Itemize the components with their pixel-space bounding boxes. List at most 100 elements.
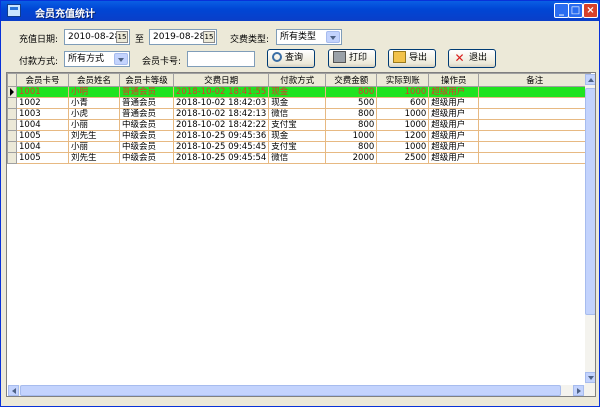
table-row[interactable]: 1005 刘先生 中级会员 2018-10-25 09:45:36 现金 1000 1200… <box>7 130 592 142</box>
table-cell-card[interactable]: 1001 <box>16 86 69 98</box>
table-cell-name[interactable]: 小虎 <box>68 108 120 120</box>
column-header[interactable]: 会员卡等级 <box>119 73 174 87</box>
table-cell-level[interactable]: 普通会员 <box>119 108 174 120</box>
table-cell-date[interactable]: 2018-10-02 18:42:13 <box>172 108 270 120</box>
chevron-down-icon[interactable] <box>114 53 128 65</box>
table-cell-note[interactable] <box>478 97 592 109</box>
table-cell-level[interactable]: 中级会员 <box>119 119 174 131</box>
row-indicator[interactable] <box>7 152 17 164</box>
table-cell-operator[interactable]: 超级用户 <box>428 86 480 98</box>
row-indicator[interactable] <box>7 130 17 142</box>
table-cell-level[interactable]: 中级会员 <box>119 141 174 153</box>
table-cell-method[interactable]: 支付宝 <box>268 141 327 153</box>
table-row[interactable]: 1002 小青 普通会员 2018-10-02 18:42:03 现金 500 600 超级用… <box>7 97 592 109</box>
table-cell-date[interactable]: 2018-10-25 09:45:54 <box>172 152 270 164</box>
column-header[interactable]: 交费日期 <box>172 73 270 87</box>
print-button[interactable]: 打印 <box>328 49 376 68</box>
table-cell-card[interactable]: 1005 <box>16 130 69 142</box>
table-row[interactable]: 1004 小丽 中级会员 2018-10-25 09:45:45 支付宝 800 1000 超… <box>7 141 592 153</box>
table-cell-name[interactable]: 小明 <box>68 86 120 98</box>
scroll-right-button[interactable] <box>573 385 584 396</box>
table-cell-operator[interactable]: 超级用户 <box>428 97 480 109</box>
table-cell-operator[interactable]: 超级用户 <box>428 152 480 164</box>
horizontal-scroll-thumb[interactable] <box>20 385 561 396</box>
table-cell-date[interactable]: 2018-10-25 09:45:45 <box>172 141 270 153</box>
close-button[interactable]: × <box>583 3 598 18</box>
table-cell-actual[interactable]: 600 <box>376 97 430 109</box>
horizontal-scrollbar[interactable] <box>8 385 585 396</box>
row-indicator[interactable] <box>7 97 17 109</box>
table-cell-actual[interactable]: 1000 <box>376 119 430 131</box>
scroll-up-button[interactable] <box>585 74 595 85</box>
fee-type-select[interactable]: 所有类型 <box>276 29 342 45</box>
table-cell-actual[interactable]: 1000 <box>376 86 430 98</box>
table-cell-amount[interactable]: 1000 <box>325 130 378 142</box>
table-cell-amount[interactable]: 800 <box>325 119 378 131</box>
table-cell-card[interactable]: 1003 <box>16 108 69 120</box>
table-cell-card[interactable]: 1002 <box>16 97 69 109</box>
table-cell-name[interactable]: 小青 <box>68 97 120 109</box>
scroll-left-button[interactable] <box>8 385 19 396</box>
table-cell-method[interactable]: 支付宝 <box>268 119 327 131</box>
table-cell-actual[interactable]: 1200 <box>376 130 430 142</box>
minimize-button[interactable]: _ <box>554 3 569 18</box>
table-row[interactable]: 1005 刘先生 中级会员 2018-10-25 09:45:54 微信 2000 2500… <box>7 152 592 164</box>
card-number-input[interactable] <box>187 51 255 67</box>
table-cell-amount[interactable]: 800 <box>325 108 378 120</box>
date-from-picker[interactable]: 2010-08-28 15 <box>64 29 130 45</box>
table-cell-name[interactable]: 小丽 <box>68 119 120 131</box>
table-row[interactable]: 1001 小明 普通会员 2018-10-02 18:41:55 现金 800 1000 超级… <box>7 86 592 98</box>
query-button[interactable]: 查询 <box>267 49 315 68</box>
table-cell-method[interactable]: 微信 <box>268 108 327 120</box>
table-cell-note[interactable] <box>478 130 592 142</box>
table-cell-name[interactable]: 刘先生 <box>68 130 120 142</box>
table-cell-note[interactable] <box>478 141 592 153</box>
vertical-scrollbar[interactable] <box>585 74 595 396</box>
table-cell-method[interactable]: 现金 <box>268 97 327 109</box>
column-header[interactable]: 备注 <box>478 73 592 87</box>
chevron-down-icon[interactable] <box>326 31 340 43</box>
row-indicator[interactable] <box>7 119 17 131</box>
row-indicator[interactable] <box>7 108 17 120</box>
table-cell-card[interactable]: 1005 <box>16 152 69 164</box>
table-cell-actual[interactable]: 1000 <box>376 108 430 120</box>
table-cell-level[interactable]: 普通会员 <box>119 97 174 109</box>
table-cell-operator[interactable]: 超级用户 <box>428 141 480 153</box>
table-row[interactable]: 1004 小丽 中级会员 2018-10-02 18:42:22 支付宝 800 1000 超… <box>7 119 592 131</box>
exit-button[interactable]: ✕ 退出 <box>448 49 496 68</box>
pay-method-select[interactable]: 所有方式 <box>64 51 130 67</box>
table-cell-date[interactable]: 2018-10-02 18:42:22 <box>172 119 270 131</box>
column-header[interactable]: 操作员 <box>428 73 480 87</box>
maximize-button[interactable]: □ <box>568 3 583 18</box>
table-cell-date[interactable]: 2018-10-02 18:41:55 <box>172 86 270 98</box>
table-cell-operator[interactable]: 超级用户 <box>428 130 480 142</box>
table-cell-name[interactable]: 小丽 <box>68 141 120 153</box>
table-cell-note[interactable] <box>478 108 592 120</box>
table-cell-amount[interactable]: 800 <box>325 141 378 153</box>
row-indicator[interactable] <box>7 86 17 98</box>
column-header[interactable]: 会员卡号 <box>16 73 69 87</box>
table-cell-date[interactable]: 2018-10-02 18:42:03 <box>172 97 270 109</box>
table-cell-note[interactable] <box>478 86 592 98</box>
table-cell-note[interactable] <box>478 119 592 131</box>
column-header[interactable]: 会员姓名 <box>68 73 120 87</box>
calendar-icon[interactable]: 15 <box>203 31 215 43</box>
table-cell-actual[interactable]: 1000 <box>376 141 430 153</box>
table-cell-amount[interactable]: 2000 <box>325 152 378 164</box>
table-cell-date[interactable]: 2018-10-25 09:45:36 <box>172 130 270 142</box>
export-button[interactable]: 导出 <box>388 49 436 68</box>
row-indicator[interactable] <box>7 141 17 153</box>
table-cell-actual[interactable]: 2500 <box>376 152 430 164</box>
table-cell-level[interactable]: 中级会员 <box>119 152 174 164</box>
table-cell-card[interactable]: 1004 <box>16 119 69 131</box>
table-cell-card[interactable]: 1004 <box>16 141 69 153</box>
table-cell-operator[interactable]: 超级用户 <box>428 108 480 120</box>
table-cell-level[interactable]: 普通会员 <box>119 86 174 98</box>
table-cell-operator[interactable]: 超级用户 <box>428 119 480 131</box>
table-cell-method[interactable]: 微信 <box>268 152 327 164</box>
column-header[interactable]: 交费金额 <box>325 73 378 87</box>
column-header[interactable]: 付款方式 <box>268 73 327 87</box>
table-cell-method[interactable]: 现金 <box>268 130 327 142</box>
table-cell-note[interactable] <box>478 152 592 164</box>
table-cell-method[interactable]: 现金 <box>268 86 327 98</box>
